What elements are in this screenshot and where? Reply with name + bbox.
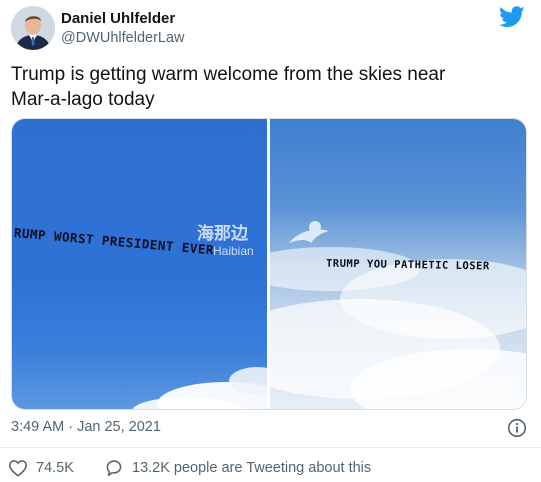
avatar-image [11, 6, 55, 50]
like-count: 74.5K [36, 460, 74, 476]
tweet-text: Trump is getting warm welcome from the s… [11, 62, 531, 112]
tweet-timestamp[interactable]: 3:49 AM · Jan 25, 2021 [11, 419, 161, 435]
author-handle[interactable]: @DWUhlfelderLaw [61, 30, 185, 46]
tweet-text-line-2: Mar-a-lago today [11, 89, 155, 110]
timestamp-row: 3:49 AM · Jan 25, 2021 [11, 418, 531, 438]
watermark-en: Haibian [213, 244, 254, 258]
tweet-actions: 74.5K 13.2K people are Tweeting about th… [8, 457, 528, 479]
tweet-media[interactable]: RUMP WORST PRESIDENT EVER TRUMP YOU PATH… [11, 118, 527, 410]
heart-icon [9, 460, 27, 477]
replies-label: 13.2K people are Tweeting about this [132, 460, 372, 476]
replies-button[interactable]: 13.2K people are Tweeting about this [104, 457, 371, 479]
separator [0, 447, 541, 448]
watermark: 海那边 Haibian [197, 217, 357, 267]
watermark-bird-icon [289, 221, 329, 243]
twitter-bird-icon[interactable] [499, 6, 525, 28]
tweet-card: Daniel Uhlfelder @DWUhlfelderLaw Trump i… [0, 0, 541, 482]
watermark-cn: 海那边 [197, 224, 248, 243]
speech-bubble-icon [106, 460, 122, 477]
tweet-header: Daniel Uhlfelder @DWUhlfelderLaw [11, 6, 531, 52]
author-name[interactable]: Daniel Uhlfelder [61, 10, 175, 27]
info-icon[interactable] [507, 418, 527, 438]
tweet-text-line-1: Trump is getting warm welcome from the s… [11, 64, 446, 85]
like-button[interactable]: 74.5K [8, 457, 74, 479]
avatar[interactable] [11, 6, 55, 50]
